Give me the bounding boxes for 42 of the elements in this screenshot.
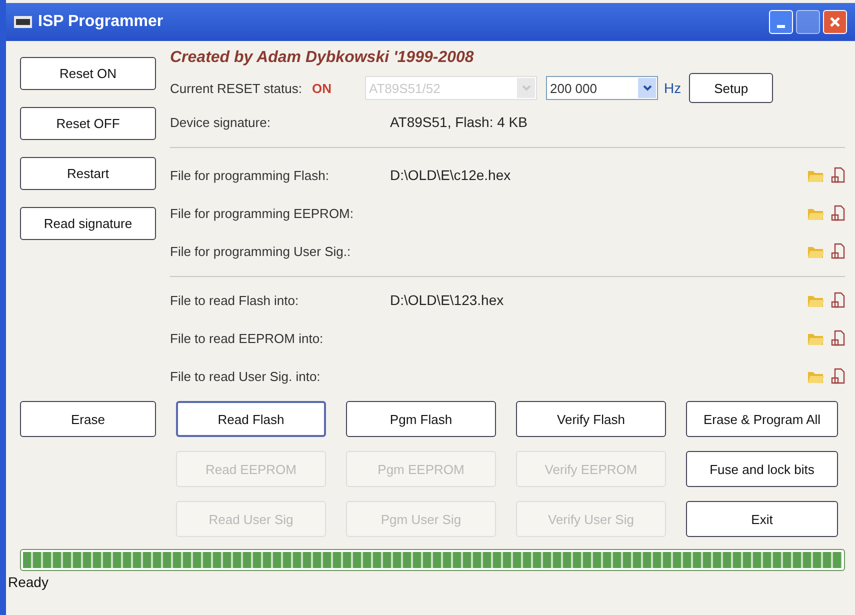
reset-status-value: ON xyxy=(312,80,332,96)
action-button[interactable]: Fuse and lock bits xyxy=(686,451,838,487)
document-icon[interactable] xyxy=(831,167,845,183)
file-label: File for programming User Sig.: xyxy=(170,244,352,258)
document-icon[interactable] xyxy=(831,243,845,259)
status-text: Ready xyxy=(8,574,50,590)
app-icon xyxy=(14,16,32,28)
caret-icon xyxy=(642,85,652,91)
signature-value: AT89S51, Flash: 4 KB xyxy=(390,114,528,130)
side-button[interactable]: Restart xyxy=(20,157,156,190)
close-button[interactable] xyxy=(823,10,847,34)
file-label: File for programming Flash: xyxy=(170,168,330,182)
side-button[interactable]: Reset OFF xyxy=(20,107,156,140)
action-button[interactable]: Erase xyxy=(20,401,156,437)
file-label: File to read User Sig. into: xyxy=(170,368,322,384)
unit-label: Hz xyxy=(664,80,682,96)
file-label: File for programming EEPROM: xyxy=(170,206,354,220)
signature-label: Device signature: xyxy=(170,114,272,130)
document-icon[interactable] xyxy=(831,292,845,308)
file-label: File to read Flash into: xyxy=(170,292,300,308)
action-button[interactable]: Verify Flash xyxy=(516,401,666,437)
action-button[interactable]: Read Flash xyxy=(176,401,326,437)
file-label: File to read EEPROM into: xyxy=(170,330,324,346)
maximize-button[interactable] xyxy=(796,10,820,34)
side-button[interactable]: Reset ON xyxy=(20,57,156,90)
window-title: ISP Programmer xyxy=(38,13,164,31)
action-button[interactable]: Erase & Program All xyxy=(686,401,838,437)
caret-icon xyxy=(522,85,530,91)
setup-button[interactable]: Setup xyxy=(689,73,774,103)
action-button[interactable]: Exit xyxy=(686,501,838,537)
minimize-button[interactable] xyxy=(769,10,793,34)
frequency-dropdown[interactable]: 200 000 xyxy=(546,76,658,100)
document-icon[interactable] xyxy=(831,368,845,384)
reset-status-label: Current RESET status: xyxy=(170,80,303,96)
action-button[interactable]: Pgm Flash xyxy=(346,401,496,437)
file-path: D:\OLD\E\c12e.hex xyxy=(390,167,512,183)
close-icon xyxy=(829,16,841,28)
side-button[interactable]: Read signature xyxy=(20,207,156,240)
credit-text: Created by Adam Dybkowski '1999-2008 xyxy=(170,49,475,68)
document-icon[interactable] xyxy=(831,330,845,346)
document-icon[interactable] xyxy=(831,205,845,221)
file-path: D:\OLD\E\123.hex xyxy=(390,292,505,308)
